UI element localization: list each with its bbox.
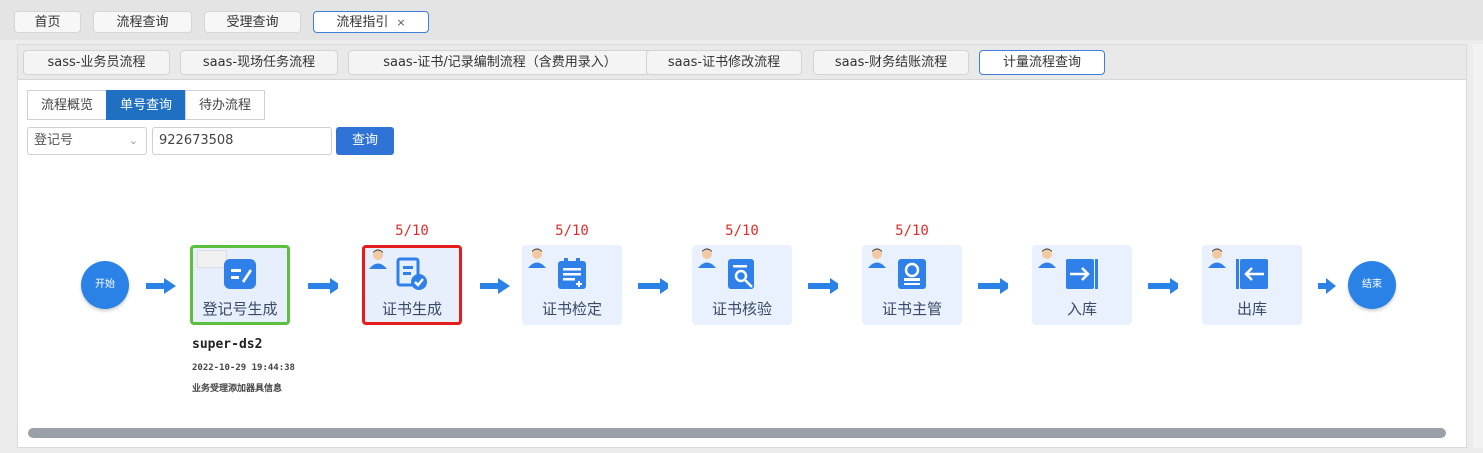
done-user: super-ds2: [192, 337, 263, 352]
flow-node-count: 5/10: [395, 223, 429, 239]
flow-node-cert-check[interactable]: 证书核验: [692, 245, 792, 325]
arrow-right-icon: [1318, 278, 1336, 294]
flow-node-register[interactable]: 登记号生成: [190, 245, 290, 325]
top-tab-flow-guide[interactable]: 流程指引 ×: [313, 11, 429, 33]
flow-node-inbound[interactable]: 入库: [1032, 245, 1132, 325]
flow-node-count: 5/10: [895, 223, 929, 239]
sub-tab-measure-query[interactable]: 计量流程查询: [979, 50, 1105, 75]
start-node: 开始: [81, 261, 129, 309]
cert-check-icon: [396, 257, 427, 290]
flow-node-label: 证书检定: [541, 300, 602, 318]
done-note: 业务受理添加器具信息: [192, 384, 283, 394]
user-avatar-icon: [1208, 248, 1226, 268]
sub-tab-cert-modify[interactable]: saas-证书修改流程: [646, 50, 802, 75]
flow-node-label: 登记号生成: [202, 300, 278, 318]
flow-node-label: 证书生成: [381, 300, 442, 318]
query-button[interactable]: 查询: [336, 127, 394, 155]
number-input[interactable]: 922673508: [152, 127, 332, 155]
doc-search-icon: [728, 259, 755, 290]
flow-node-count: 5/10: [725, 223, 759, 239]
seg-overview[interactable]: 流程概览: [27, 90, 107, 120]
arrow-right-icon: [638, 278, 668, 294]
inbound-icon: [1066, 259, 1098, 289]
flow-node-cert-supervisor[interactable]: 证书主管: [862, 245, 962, 325]
done-time: 2022-10-29 19:44:38: [192, 363, 295, 373]
user-avatar-icon: [528, 248, 546, 268]
flow-node-label: 入库: [1066, 300, 1097, 318]
arrow-right-icon: [480, 278, 510, 294]
top-tab-home[interactable]: 首页: [14, 11, 81, 33]
user-avatar-icon: [1038, 248, 1056, 268]
flow-node-cert-generate[interactable]: 证书生成: [362, 245, 462, 325]
thumbnail: [197, 250, 227, 268]
sub-tab-cert-record[interactable]: saas-证书/记录编制流程（含费用录入）: [348, 50, 652, 75]
flow-node-label: 出库: [1236, 300, 1267, 318]
arrow-right-icon: [146, 278, 176, 294]
sub-tab-finance[interactable]: saas-财务结账流程: [813, 50, 969, 75]
field-select[interactable]: 登记号 ⌄: [27, 127, 147, 155]
flow-node-label: 证书核验: [711, 300, 772, 318]
chevron-down-icon: ⌄: [128, 134, 138, 147]
flow-node-outbound[interactable]: 出库: [1202, 245, 1302, 325]
horizontal-scrollbar[interactable]: [28, 428, 1446, 438]
top-tab-accept-query[interactable]: 受理查询: [204, 11, 301, 33]
top-tab-bar: 首页 流程查询 受理查询 流程指引 ×: [0, 0, 1483, 40]
flow-node-label: 证书主管: [881, 300, 942, 318]
edit-doc-icon: [224, 259, 256, 289]
user-avatar-icon: [698, 248, 716, 268]
vertical-scrollbar[interactable]: [1473, 44, 1483, 448]
arrow-right-icon: [308, 278, 338, 294]
arrow-right-icon: [808, 278, 838, 294]
top-tab-flow-guide-label: 流程指引: [336, 15, 389, 30]
outbound-icon: [1236, 259, 1268, 289]
main-panel: sass-业务员流程 saas-现场任务流程 saas-证书/记录编制流程（含费…: [17, 44, 1467, 448]
user-avatar-icon: [369, 249, 387, 269]
arrow-right-icon: [1148, 278, 1178, 294]
close-icon[interactable]: ×: [396, 16, 405, 29]
sub-tab-onsite[interactable]: saas-现场任务流程: [180, 50, 338, 75]
seg-number-query[interactable]: 单号查询: [106, 90, 186, 120]
sub-tab-salesman[interactable]: sass-业务员流程: [23, 50, 170, 75]
seg-todo[interactable]: 待办流程: [185, 90, 265, 120]
sub-tab-bar: sass-业务员流程 saas-现场任务流程 saas-证书/记录编制流程（含费…: [18, 45, 1466, 80]
flow-node-cert-verify[interactable]: 证书检定: [522, 245, 622, 325]
top-tab-flow-query[interactable]: 流程查询: [93, 11, 192, 33]
end-node: 结束: [1348, 261, 1396, 309]
flow-node-count: 5/10: [555, 223, 589, 239]
field-select-value: 登记号: [34, 133, 74, 148]
user-avatar-icon: [868, 248, 886, 268]
arrow-right-icon: [978, 278, 1008, 294]
clipboard-add-icon: [558, 258, 586, 289]
stamp-icon: [898, 259, 926, 289]
